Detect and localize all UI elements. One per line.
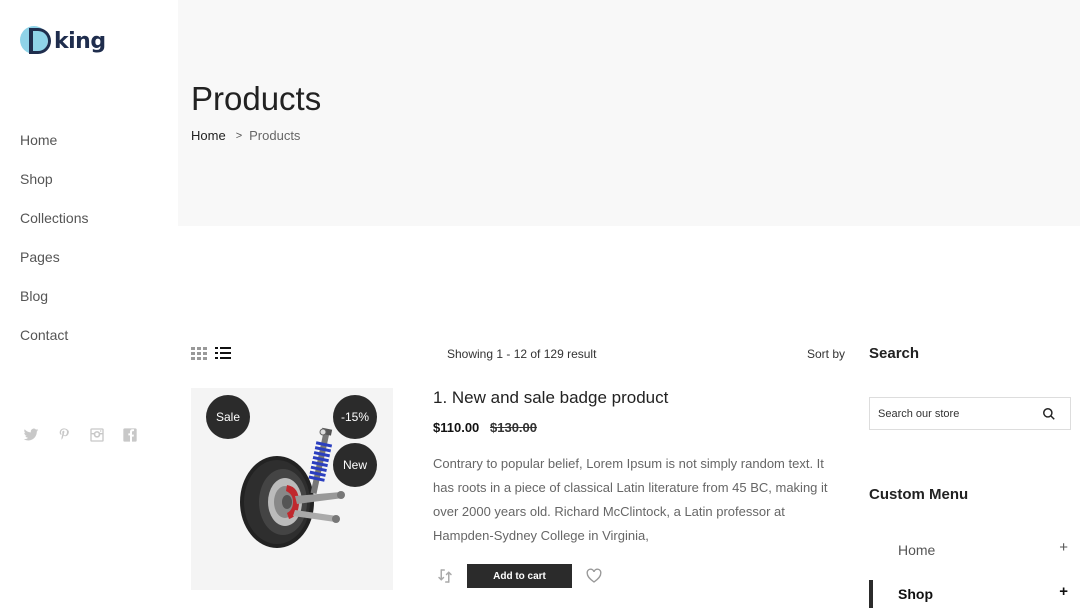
left-sidebar: king Home Shop Collections Pages Blog Co… <box>0 0 178 608</box>
product-image[interactable]: Sale -15% New <box>191 388 393 590</box>
main-nav: Home Shop Collections Pages Blog Contact <box>20 130 88 364</box>
custom-menu-item-home[interactable]: Home + <box>869 536 1080 566</box>
grid-view-icon[interactable] <box>191 347 207 360</box>
page-title: Products <box>191 80 322 117</box>
breadcrumb: Home > Products <box>191 128 300 144</box>
product-price: $110.00 <box>433 420 480 435</box>
sort-by-dropdown[interactable]: Sort by <box>807 347 845 361</box>
facebook-icon[interactable] <box>121 426 138 443</box>
custom-menu-item-shop[interactable]: Shop + <box>869 580 1080 608</box>
compare-icon[interactable] <box>436 567 454 585</box>
custom-menu-title: Custom Menu <box>869 486 969 503</box>
nav-item-collections[interactable]: Collections <box>20 208 88 247</box>
custom-menu-label: Shop <box>898 586 933 602</box>
heart-icon[interactable] <box>585 567 603 585</box>
result-count: Showing 1 - 12 of 129 result <box>447 347 597 361</box>
search-box <box>869 397 1071 430</box>
search-icon[interactable] <box>1042 407 1056 421</box>
breadcrumb-home[interactable]: Home <box>191 128 226 144</box>
twitter-icon[interactable] <box>22 426 39 443</box>
social-links <box>22 426 138 443</box>
search-widget-title: Search <box>869 345 920 362</box>
logo[interactable]: king <box>20 24 106 58</box>
product-toolbar: Showing 1 - 12 of 129 result Sort by <box>191 344 851 364</box>
logo-text: king <box>54 28 106 54</box>
instagram-icon[interactable] <box>88 426 105 443</box>
discount-badge: -15% <box>333 395 377 439</box>
breadcrumb-current: Products <box>249 128 301 143</box>
expand-toggle[interactable]: + <box>1059 539 1068 556</box>
logo-mark <box>20 25 52 57</box>
sale-badge: Sale <box>206 395 250 439</box>
pinterest-icon[interactable] <box>55 426 72 443</box>
search-input[interactable] <box>878 406 1038 422</box>
new-badge: New <box>333 443 377 487</box>
product-description: Contrary to popular belief, Lorem Ipsum … <box>433 456 828 543</box>
expand-toggle[interactable]: + <box>1059 583 1068 600</box>
nav-item-shop[interactable]: Shop <box>20 169 88 208</box>
nav-item-home[interactable]: Home <box>20 130 88 169</box>
product-old-price: $130.00 <box>490 420 537 435</box>
page-header-banner: Products Home > Products <box>178 0 1080 226</box>
nav-item-contact[interactable]: Contact <box>20 325 88 364</box>
nav-item-blog[interactable]: Blog <box>20 286 88 325</box>
product-title[interactable]: 1. New and sale badge product <box>433 388 668 408</box>
breadcrumb-separator: > <box>235 130 243 142</box>
list-view-icon[interactable] <box>215 347 231 359</box>
custom-menu-label: Home <box>898 542 936 558</box>
nav-item-pages[interactable]: Pages <box>20 247 88 286</box>
add-to-cart-button[interactable]: Add to cart <box>467 564 572 588</box>
